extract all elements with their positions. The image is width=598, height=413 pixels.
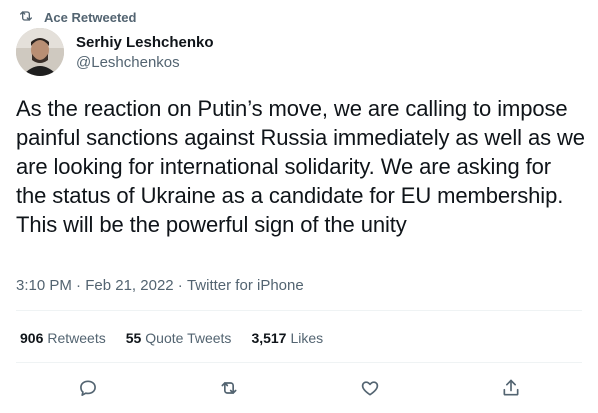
retweet-button[interactable] <box>218 379 240 401</box>
like-icon <box>360 378 380 403</box>
avatar[interactable] <box>16 28 64 76</box>
tweet-time[interactable]: 3:10 PM <box>16 277 72 294</box>
author-name[interactable]: Serhiy Leshchenko <box>76 33 214 53</box>
reply-icon <box>78 378 98 403</box>
tweet-date[interactable]: Feb 21, 2022 <box>85 277 173 294</box>
retweet-icon <box>18 8 44 27</box>
divider <box>16 362 582 363</box>
share-button[interactable] <box>500 379 522 401</box>
tweet-meta: 3:10 PM · Feb 21, 2022 · Twitter for iPh… <box>16 277 304 294</box>
reply-button[interactable] <box>77 379 99 401</box>
retweets-label: Retweets <box>47 330 106 346</box>
retweeted-by[interactable]: Ace Retweeted <box>18 8 136 27</box>
likes-stat[interactable]: 3,517 Likes <box>251 330 323 346</box>
likes-label: Likes <box>290 330 324 346</box>
like-button[interactable] <box>359 379 381 401</box>
share-icon <box>501 378 521 403</box>
retweets-stat[interactable]: 906 Retweets <box>20 330 106 346</box>
tweet-actions <box>0 375 598 405</box>
divider <box>16 310 582 311</box>
tweet-source[interactable]: Twitter for iPhone <box>187 277 304 294</box>
meta-separator: · <box>173 277 187 294</box>
tweet-text: As the reaction on Putin’s move, we are … <box>16 96 585 237</box>
quotes-count: 55 <box>125 330 142 346</box>
meta-separator: · <box>71 277 86 294</box>
retweeted-by-label: Ace Retweeted <box>44 10 137 25</box>
tweet-stats: 906 Retweets 55 Quote Tweets 3,517 Likes <box>20 330 323 346</box>
retweets-count: 906 <box>20 330 44 346</box>
likes-count: 3,517 <box>251 330 287 346</box>
author-handle[interactable]: @Leshchenkos <box>76 53 214 73</box>
author[interactable]: Serhiy Leshchenko @Leshchenkos <box>76 33 214 73</box>
quote-tweets-stat[interactable]: 55 Quote Tweets <box>126 330 232 346</box>
quotes-label: Quote Tweets <box>145 330 232 346</box>
retweet-icon <box>219 378 239 403</box>
